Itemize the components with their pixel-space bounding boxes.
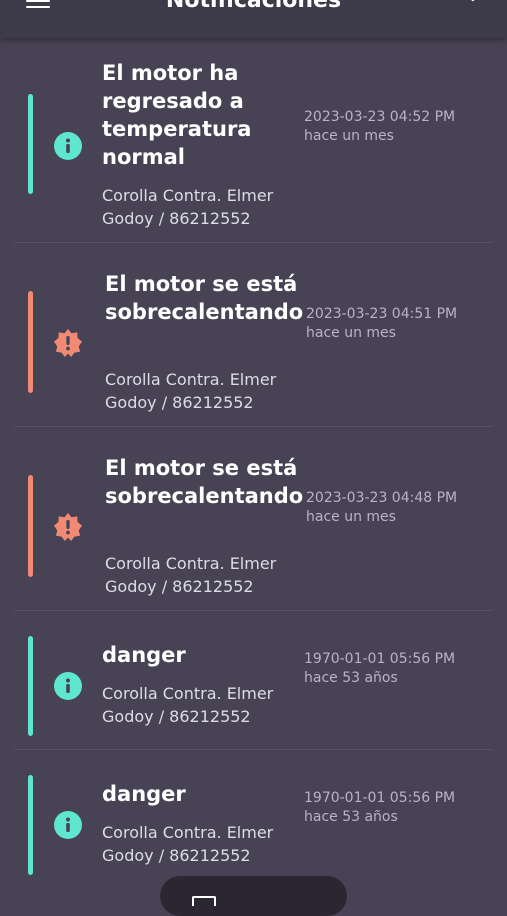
- severity-bar: [28, 775, 33, 875]
- notification-message: El motor se está sobrecalentando: [105, 456, 304, 508]
- info-icon: [54, 811, 82, 839]
- notification-time: 2023-03-23 04:51 PM hace un mes: [306, 306, 458, 341]
- severity-bar: [28, 636, 33, 736]
- notification-message: danger: [102, 782, 186, 806]
- notification-vehicle: Corolla Contra. Elmer Godoy / 86212552: [102, 186, 274, 228]
- notification-time: 1970-01-01 05:56 PM hace 53 años: [304, 790, 456, 825]
- info-icon: [54, 672, 82, 700]
- notification-time: 2023-03-23 04:52 PM hace un mes: [304, 109, 456, 144]
- document-icon: [192, 896, 216, 906]
- notification-vehicle: Corolla Contra. Elmer Godoy / 86212552: [102, 823, 274, 865]
- notification-item[interactable]: El motor se está sobrecalentando Corolla…: [14, 243, 493, 427]
- app-header: Notificaciones: [0, 0, 507, 38]
- severity-bar: [28, 94, 33, 194]
- notification-message: El motor se está sobrecalentando: [105, 272, 304, 324]
- notification-item[interactable]: El motor ha regresado a temperatura norm…: [14, 38, 493, 243]
- notification-message: danger: [102, 643, 186, 667]
- notification-item[interactable]: El motor se está sobrecalentando Corolla…: [14, 427, 493, 611]
- notification-message: El motor ha regresado a temperatura norm…: [102, 61, 252, 169]
- severity-bar: [28, 291, 33, 393]
- alert-badge-icon: [54, 513, 82, 541]
- notification-time: 2023-03-23 04:48 PM hace un mes: [306, 490, 458, 525]
- page-title: Notificaciones: [165, 0, 342, 13]
- arrow-left-icon[interactable]: [461, 0, 487, 14]
- info-icon: [54, 132, 82, 160]
- bottom-action-pill[interactable]: [160, 876, 347, 916]
- alert-badge-icon: [54, 329, 82, 357]
- notification-item[interactable]: danger Corolla Contra. Elmer Godoy / 862…: [14, 611, 493, 750]
- notification-vehicle: Corolla Contra. Elmer Godoy / 86212552: [105, 370, 277, 412]
- notification-time: 1970-01-01 05:56 PM hace 53 años: [304, 651, 456, 686]
- notification-vehicle: Corolla Contra. Elmer Godoy / 86212552: [102, 684, 274, 726]
- notification-vehicle: Corolla Contra. Elmer Godoy / 86212552: [105, 554, 277, 596]
- severity-bar: [28, 475, 33, 577]
